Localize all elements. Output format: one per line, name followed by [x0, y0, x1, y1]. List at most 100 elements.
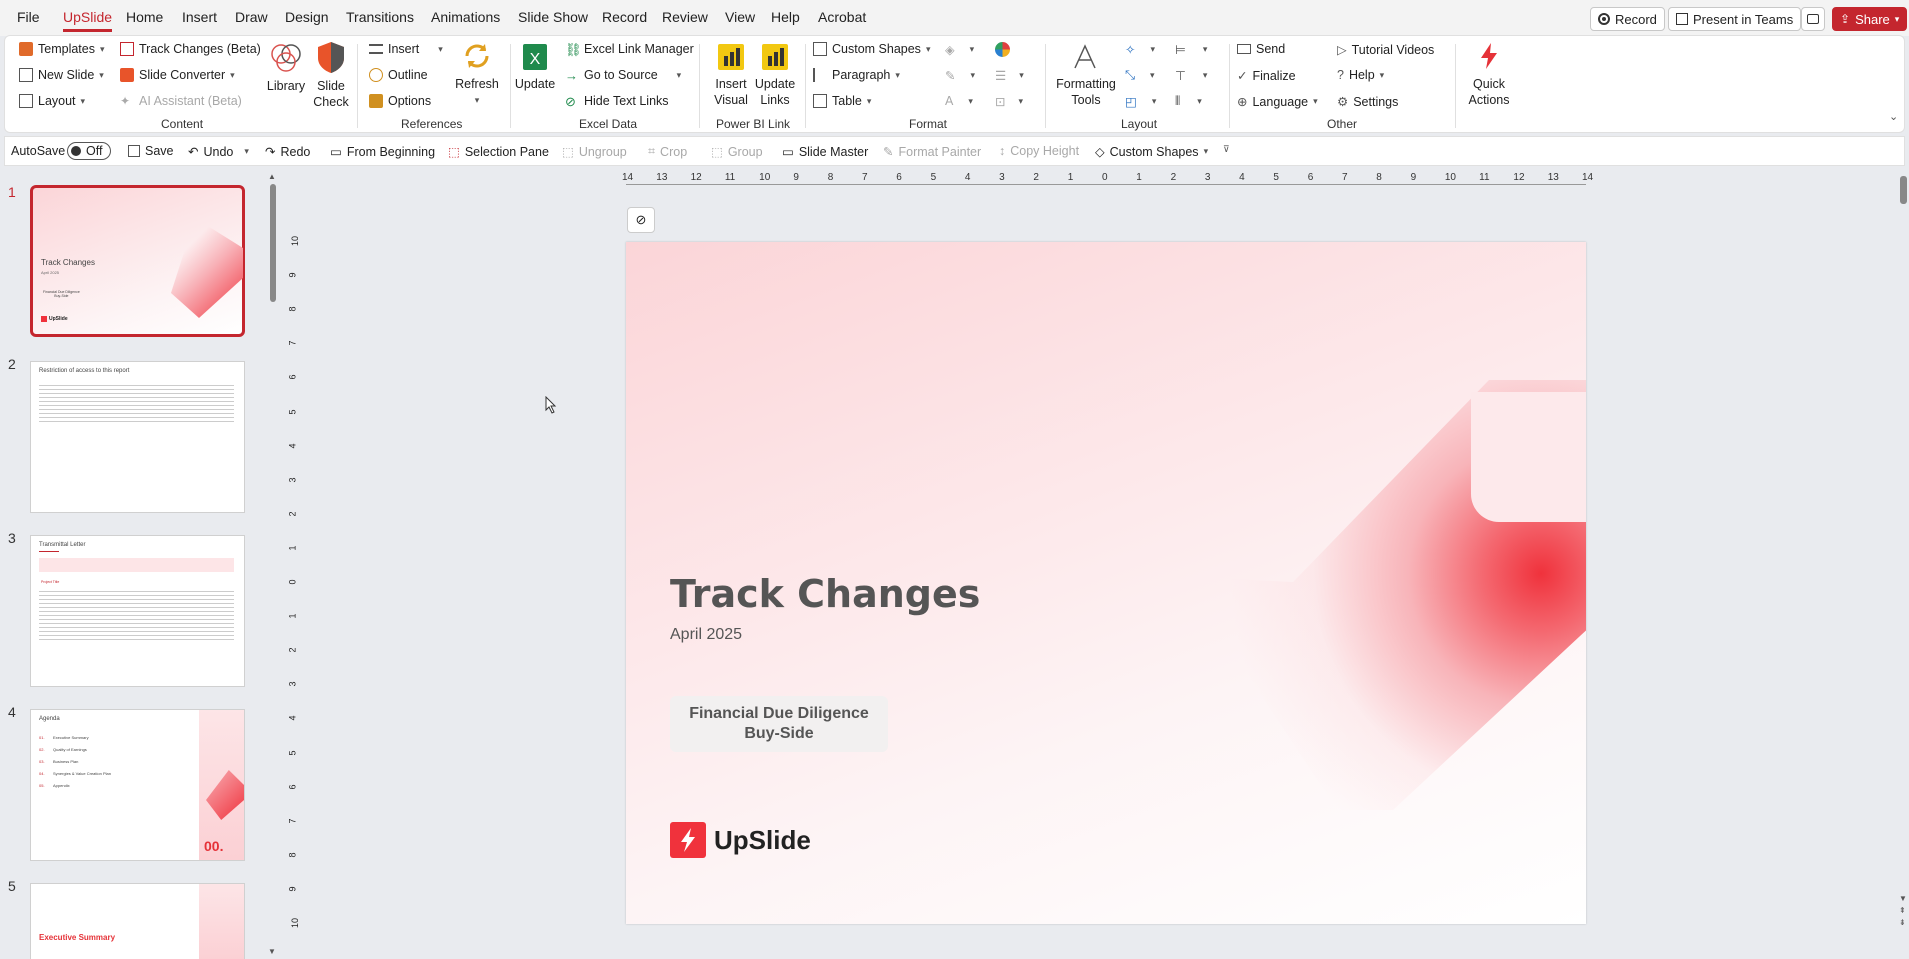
custom-shapes-qat-button[interactable]: ◇ Custom Shapes ▾	[1095, 144, 1208, 160]
text-box-button[interactable]: ⊡ ▾	[995, 94, 1023, 109]
custom-shapes-label: Custom Shapes	[832, 42, 921, 56]
menu-draw[interactable]: Draw	[235, 9, 268, 25]
slide-subtitle-box[interactable]: Financial Due Diligence Buy-Side	[670, 696, 888, 752]
menu-help[interactable]: Help	[771, 9, 800, 25]
slide-thumbnail-3[interactable]: Transmittal Letter Project Title	[30, 535, 245, 687]
slide-date[interactable]: April 2025	[670, 626, 742, 644]
line-color-button[interactable]: ✎ ▾	[945, 68, 975, 83]
menu-review[interactable]: Review	[662, 9, 708, 25]
align-left-button[interactable]: ⊨ ▾	[1175, 42, 1207, 57]
record-button[interactable]: Record	[1590, 7, 1665, 31]
autosave-toggle[interactable]: Off	[67, 142, 111, 160]
insert-visual-button[interactable]: Insert Visual	[710, 40, 752, 108]
menu-view[interactable]: View	[725, 9, 755, 25]
slide-thumbnail-2[interactable]: Restriction of access to this report	[30, 361, 245, 513]
templates-button[interactable]: Templates ▾	[19, 42, 105, 56]
language-button[interactable]: ⊕ Language ▾	[1237, 94, 1318, 110]
outline-button[interactable]: Outline	[369, 68, 428, 82]
format-painter-button[interactable]: ✎ Format Painter	[883, 144, 981, 160]
prev-slide-icon[interactable]: ⇞	[1899, 906, 1906, 915]
slide-title[interactable]: Track Changes	[670, 572, 980, 616]
color-palette-button[interactable]	[995, 42, 1010, 57]
update-links-button[interactable]: Update Links	[754, 40, 796, 108]
line-style-button[interactable]: ☰ ▾	[995, 68, 1024, 83]
save-button[interactable]: Save	[128, 144, 174, 158]
crop-label: Crop	[660, 144, 688, 159]
formatting-tools-button[interactable]: Formatting Tools	[1051, 40, 1121, 108]
custom-shapes-button[interactable]: Custom Shapes ▾	[813, 42, 930, 56]
redo-button[interactable]: ↷ Redo	[265, 144, 310, 160]
distribute-button[interactable]: ⫴ ▾	[1175, 94, 1202, 109]
insert-reference-button[interactable]: Insert ▾	[369, 42, 443, 56]
menu-home[interactable]: Home	[126, 9, 163, 25]
slide-check-button[interactable]: Slide Check	[311, 40, 351, 110]
go-to-source-button[interactable]: → Go to Source ▾	[565, 68, 681, 83]
menu-record[interactable]: Record	[602, 9, 647, 25]
present-in-teams-button[interactable]: Present in Teams	[1668, 7, 1802, 31]
comments-button[interactable]	[1801, 7, 1825, 31]
menu-design[interactable]: Design	[285, 9, 329, 25]
excel-link-manager-button[interactable]: ⛓ Excel Link Manager	[565, 42, 694, 57]
scrollbar-thumb[interactable]	[270, 184, 276, 302]
magic-wand-button[interactable]: ✧ ▾	[1125, 42, 1155, 57]
scroll-down-icon[interactable]: ▼	[268, 947, 276, 956]
help-button[interactable]: ? Help ▾	[1337, 68, 1384, 82]
menu-acrobat[interactable]: Acrobat	[818, 9, 866, 25]
scroll-down-icon[interactable]: ▼	[1899, 894, 1907, 903]
crop-button[interactable]: ⌗ Crop	[648, 144, 687, 159]
menu-transitions[interactable]: Transitions	[346, 9, 414, 25]
designer-button[interactable]: ⊘	[627, 207, 655, 233]
update-excel-label: Update	[514, 77, 556, 91]
menu-file[interactable]: File	[17, 9, 40, 25]
slide-converter-button[interactable]: Slide Converter ▾	[120, 68, 235, 82]
share-button[interactable]: ⇪ Share ▾	[1832, 7, 1908, 31]
slide-master-button[interactable]: ▭ Slide Master	[782, 144, 868, 160]
update-excel-button[interactable]: X Update	[514, 40, 556, 92]
new-slide-button[interactable]: New Slide ▾	[19, 68, 104, 82]
shape-arrange-button[interactable]: ◰ ▾	[1125, 94, 1156, 109]
resize-button[interactable]: ⤡ ▾	[1125, 68, 1155, 83]
menu-upslide[interactable]: UpSlide	[63, 9, 113, 32]
layout-button[interactable]: Layout ▾	[19, 94, 85, 108]
slide-thumbnail-1[interactable]: Track Changes April 2025 Financial Due D…	[30, 185, 245, 337]
thumbnail-scrollbar[interactable]: ▲ ▼	[268, 172, 278, 959]
send-button[interactable]: Send	[1237, 42, 1285, 56]
track-changes-button[interactable]: Track Changes (Beta)	[120, 42, 261, 56]
paragraph-button[interactable]: Paragraph ▾	[813, 68, 900, 82]
ribbon-separator	[699, 44, 700, 128]
tutorial-videos-button[interactable]: ▷ Tutorial Videos	[1337, 42, 1434, 58]
help-label: Help	[1348, 68, 1375, 82]
slide-thumbnail-4[interactable]: Agenda 01. Executive Summary 02. Quality o…	[30, 709, 245, 861]
ai-assistant-button[interactable]: ✦ AI Assistant (Beta)	[120, 94, 242, 108]
menu-slide-show[interactable]: Slide Show	[518, 9, 588, 25]
slide-canvas[interactable]: Track Changes April 2025 Financial Due D…	[626, 242, 1586, 924]
undo-button[interactable]: ↶ Undo ▾	[188, 144, 249, 160]
ungroup-button[interactable]: ⬚ Ungroup	[562, 144, 627, 160]
group-button[interactable]: ⬚ Group	[711, 144, 763, 160]
upslide-logo[interactable]: UpSlide	[670, 822, 811, 858]
from-beginning-button[interactable]: ▭ From Beginning	[330, 144, 435, 160]
library-button[interactable]: Library	[263, 40, 309, 94]
align-top-button[interactable]: ⊤ ▾	[1175, 68, 1207, 83]
finalize-button[interactable]: ✓ Finalize	[1237, 68, 1296, 84]
collapse-ribbon-button[interactable]: ⌄	[1889, 110, 1898, 123]
hide-text-links-button[interactable]: ⊘ Hide Text Links	[565, 94, 669, 109]
selection-pane-button[interactable]: ⬚ Selection Pane	[448, 144, 549, 160]
scrollbar-thumb[interactable]	[1900, 176, 1907, 204]
font-color-button[interactable]: A ▾	[945, 94, 973, 108]
refresh-button[interactable]: Refresh ▾	[454, 40, 500, 108]
chevron-down-icon: ⌄	[1889, 111, 1899, 123]
quick-actions-button[interactable]: Quick Actions	[1461, 40, 1517, 108]
scroll-up-icon[interactable]: ▲	[268, 172, 276, 181]
slide-thumbnail-5[interactable]: Executive Summary	[30, 883, 245, 959]
customize-qat-button[interactable]: ⊽	[1223, 144, 1230, 155]
editor-scrollbar[interactable]: ▼ ⇞ ⇟	[1898, 172, 1909, 959]
settings-button[interactable]: ⚙ Settings	[1337, 94, 1398, 110]
copy-height-button[interactable]: ↕ Copy Height	[999, 144, 1079, 158]
next-slide-icon[interactable]: ⇟	[1899, 918, 1906, 927]
table-button[interactable]: Table ▾	[813, 94, 871, 108]
fill-color-button[interactable]: ◈ ▾	[945, 42, 974, 57]
menu-insert[interactable]: Insert	[182, 9, 217, 25]
options-button[interactable]: Options	[369, 94, 431, 108]
menu-animations[interactable]: Animations	[431, 9, 500, 25]
